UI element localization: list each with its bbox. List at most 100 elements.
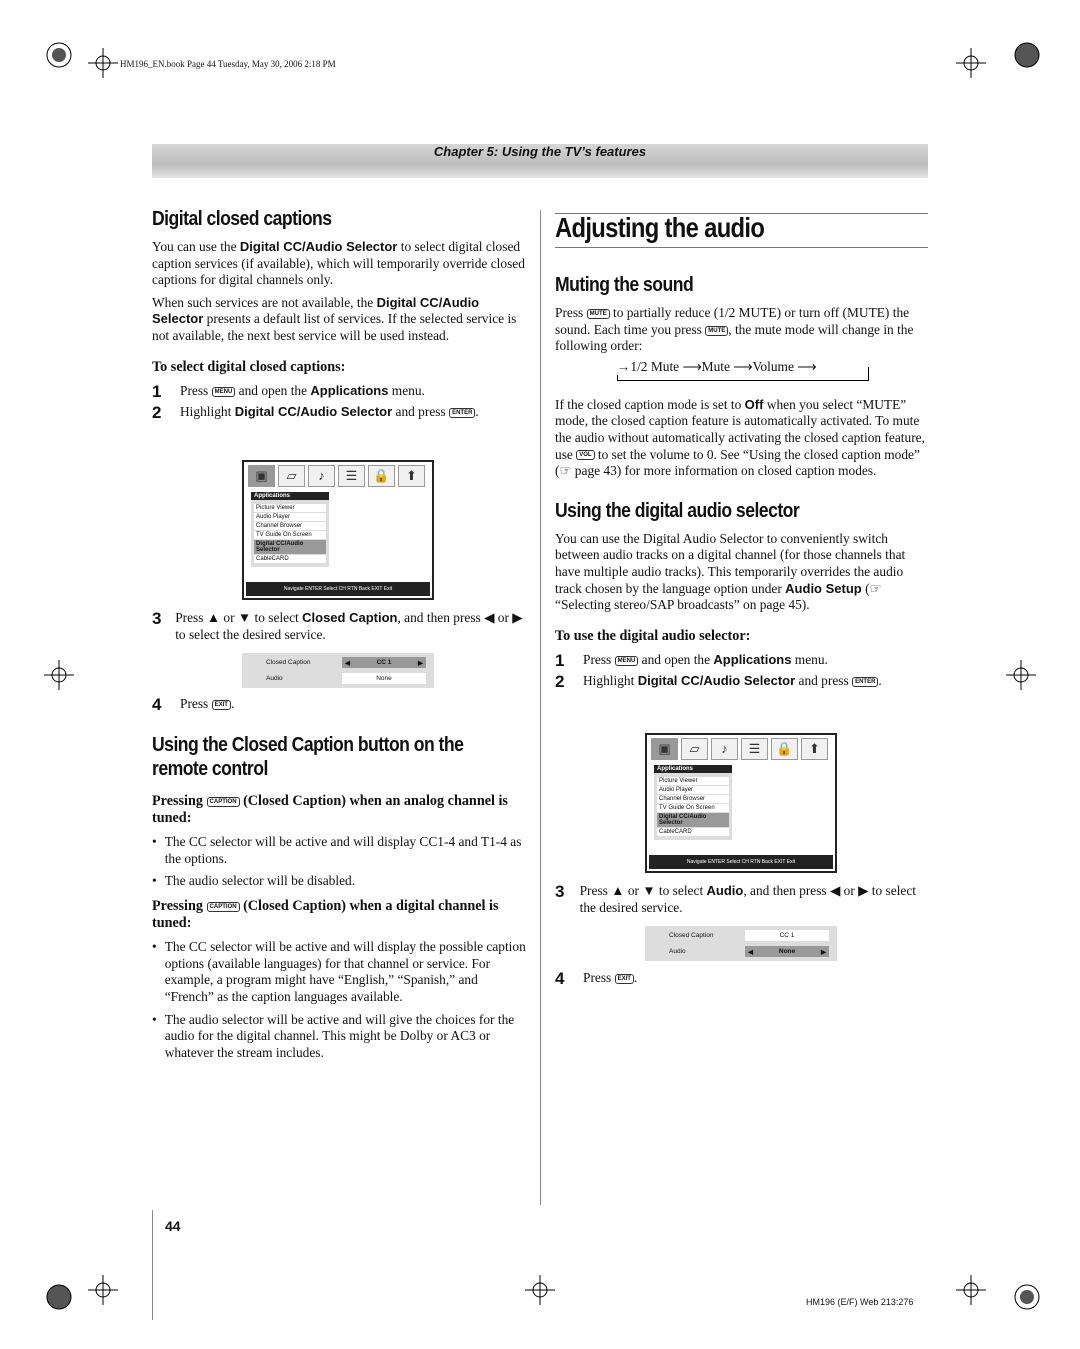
section-title: Using the Closed Caption button on the r… [152,734,464,780]
exit-key-icon: EXIT [614,973,634,984]
bullet: • The audio selector will be active and w… [152,1011,515,1060]
audio-selector-screenshot: Closed Caption CC 1 Audio ◀ None ▶ [645,926,837,961]
paragraph: You can use the Digital Audio Selector t… [555,530,906,613]
menu-item: CableCARD [254,555,326,563]
lock-icon: 🔒 [368,465,395,487]
column-divider [540,210,541,1205]
preferences-icon: ⬆ [801,738,828,760]
page-number: 44 [165,1218,181,1234]
step-1: 1 Press MENU and open the Applications me… [555,651,828,671]
cc-value: ◀ CC 1 ▶ [342,657,426,668]
caption-key-icon: CAPTION [206,796,240,807]
setup-icon: ☰ [338,465,365,487]
subheading: To use the digital audio selector: [555,627,751,644]
mute-cycle-diagram: →1/2 Mute ⟶Mute ⟶Volume ⟶ [555,358,928,393]
paragraph: You can use the Digital CC/Audio Selecto… [152,239,525,288]
paragraph: When such services are not available, th… [152,294,517,343]
registration-mark-icon [1014,1284,1040,1310]
audio-icon: ♪ [711,738,738,760]
crosshair-icon [1006,660,1036,690]
audio-value: None [342,673,426,684]
menu-item: TV Guide On Screen [657,804,729,812]
chapter-bar: Chapter 5: Using the TV’s features [152,144,928,178]
crosshair-icon [88,48,118,78]
menu-item: Audio Player [254,513,326,521]
subheading: Pressing CAPTION (Closed Caption) when a… [152,793,508,826]
audio-label: Audio [669,948,686,955]
footer-code: HM196 (E/F) Web 213:276 [806,1297,914,1307]
audio-icon: ♪ [308,465,335,487]
menu-title: Applications [251,492,329,500]
enter-key-icon: ENTER [852,677,879,688]
menu-item: Picture Viewer [657,777,729,785]
cycle-step: Mute [701,358,730,374]
crosshair-icon [44,660,74,690]
mute-key-icon: MUTE [586,308,610,319]
applications-menu-screenshot: ▣ ▱ ♪ ☰ 🔒 ⬆ Applications Picture Viewer Audio… [242,460,434,600]
menu-item: Audio Player [657,786,729,794]
menu-footer: Navigate ENTER Select CH RTN Back EXIT E… [246,582,430,596]
cc-label: Closed Caption [669,932,714,939]
menu-list: Picture Viewer Audio Player Channel Brow… [251,500,329,567]
picture-icon: ▱ [681,738,708,760]
applications-menu-screenshot: ▣ ▱ ♪ ☰ 🔒 ⬆ Applications Picture Viewer Audio… [645,733,837,873]
registration-mark-icon [46,42,72,68]
menu-item: Channel Browser [254,522,326,530]
crosshair-icon [88,1275,118,1305]
section-title: Muting the sound [555,274,694,296]
step-3: 3 Press ▲ or ▼ to select Audio, and then … [555,882,917,915]
caption-key-icon: CAPTION [206,901,240,912]
left-steps-cont: 3 Press ▲ or ▼ to select Closed Caption, … [152,606,526,647]
cycle-step: 1/2 Mute [630,358,680,374]
right-step-4: 4 Press EXIT. [555,966,928,991]
step-2: 2 Highlight Digital CC/Audio Selector and… [152,403,479,423]
cc-value: CC 1 [745,930,829,941]
menu-item: Picture Viewer [254,504,326,512]
section-title: Using the digital audio selector [555,499,800,522]
margin-line [152,1210,153,1320]
left-column: Digital closed captions You can use the … [152,208,526,425]
step-4: 4 Press EXIT. [152,695,235,714]
menu-item-highlighted: Digital CC/Audio Selector [657,813,729,827]
crosshair-icon [956,1275,986,1305]
setup-icon: ☰ [741,738,768,760]
menu-icons: ▣ ▱ ♪ ☰ 🔒 ⬆ [244,462,432,490]
crosshair-icon [525,1275,555,1305]
menu-key-icon: MENU [614,656,639,667]
bullet: • The audio selector will be disabled. [152,873,356,889]
exit-key-icon: EXIT [211,699,231,710]
audio-value: ◀ None ▶ [745,946,829,957]
menu-item: CableCARD [657,828,729,836]
subheading: Pressing CAPTION (Closed Caption) when a… [152,897,499,931]
applications-icon: ▣ [248,465,275,487]
picture-icon: ▱ [278,465,305,487]
menu-key-icon: MENU [211,387,236,398]
menu-list: Picture Viewer Audio Player Channel Brow… [654,773,732,840]
step-3: 3 Press ▲ or ▼ to select Closed Caption, … [152,609,523,642]
volume-key-icon: VOL [576,450,595,461]
bullet: • The CC selector will be active and will… [152,834,522,866]
menu-title: Applications [654,765,732,773]
cc-label: Closed Caption [266,659,311,666]
paragraph: Press MUTE to partially reduce (1/2 MUTE… [555,305,914,354]
left-lower: 4 Press EXIT. Using the Closed Caption bu… [152,692,526,1067]
menu-icons: ▣ ▱ ♪ ☰ 🔒 ⬆ [647,735,835,763]
registration-mark-icon [1014,42,1040,68]
subheading: To select digital closed captions: [152,358,346,375]
section-title: Digital closed captions [152,208,332,230]
preferences-icon: ⬆ [398,465,425,487]
cycle-step: Volume [752,358,794,374]
menu-item: TV Guide On Screen [254,531,326,539]
lock-icon: 🔒 [771,738,798,760]
step-1: 1 Press MENU and open the Applications me… [152,382,425,402]
right-column: Adjusting the audio Muting the sound Pre… [555,212,928,694]
paragraph: If the closed caption mode is set to Off… [555,396,925,479]
menu-item: Channel Browser [657,795,729,803]
menu-item-highlighted: Digital CC/Audio Selector [254,540,326,554]
step-2: 2 Highlight Digital CC/Audio Selector and… [555,672,882,692]
applications-icon: ▣ [651,738,678,760]
page-title: Adjusting the audio [555,212,765,243]
bullet: • The CC selector will be active and will… [152,939,526,1004]
mute-key-icon: MUTE [705,325,729,336]
print-header: HM196_EN.book Page 44 Tuesday, May 30, 2… [120,59,336,69]
